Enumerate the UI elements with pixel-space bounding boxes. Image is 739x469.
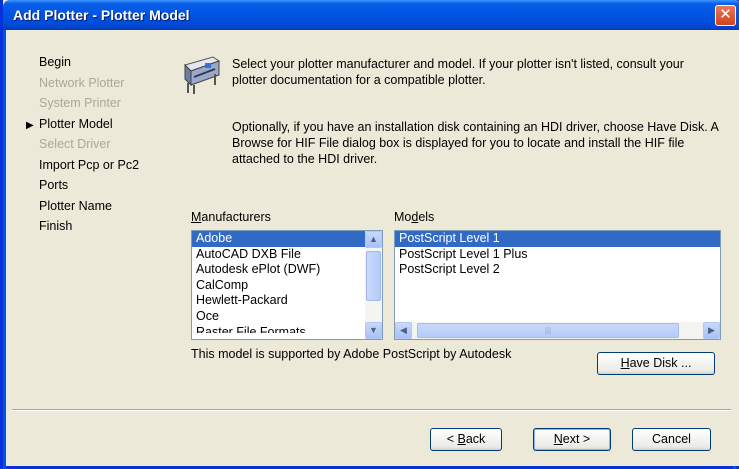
step-ports: Ports	[39, 178, 69, 192]
model-item[interactable]: PostScript Level 1 Plus	[395, 247, 720, 263]
step-finish: Finish	[39, 219, 73, 233]
window-title: Add Plotter - Plotter Model	[13, 7, 190, 23]
scroll-left-icon[interactable]: ◀	[395, 322, 412, 339]
scroll-down-icon[interactable]: ▼	[365, 322, 382, 339]
scroll-up-icon[interactable]: ▲	[365, 231, 382, 248]
plotter-icon	[184, 56, 221, 94]
title-bar[interactable]: Add Plotter - Plotter Model ✕	[3, 0, 739, 30]
have-disk-button[interactable]: Have Disk ...	[597, 352, 715, 375]
manufacturer-item[interactable]: Adobe	[192, 231, 382, 247]
step-plotter-model-label: Plotter Model	[39, 116, 113, 131]
step-import-pcp: Import Pcp or Pc2	[39, 157, 140, 172]
back-button[interactable]: < Back	[430, 428, 502, 451]
step-plotter-name: Plotter Name	[39, 198, 112, 213]
next-button[interactable]: Next >	[533, 428, 611, 451]
add-plotter-dialog: Add Plotter - Plotter Model ✕ Begin Netw…	[0, 0, 739, 469]
separator	[12, 409, 731, 411]
wizard-steps: Begin Network Plotter System Printer ▶ Pl…	[26, 52, 140, 237]
manufacturers-label: Manufacturers	[191, 210, 271, 224]
manufacturers-scrollbar[interactable]: ▲ ▼	[365, 231, 382, 339]
step-select-driver: Select Driver	[39, 137, 111, 151]
support-text: This model is supported by Adobe PostScr…	[191, 347, 512, 361]
models-horizontal-scrollbar[interactable]: ◀ ||| ▶	[395, 322, 720, 339]
manufacturer-item[interactable]: CalComp	[192, 278, 382, 294]
have-disk-description: Optionally, if you have an installation …	[232, 120, 719, 166]
manufacturers-listbox[interactable]: Adobe AutoCAD DXB File Autodesk ePlot (D…	[191, 230, 383, 340]
step-system-printer: System Printer	[39, 96, 121, 110]
models-listbox[interactable]: PostScript Level 1 PostScript Level 1 Pl…	[394, 230, 721, 340]
model-item[interactable]: PostScript Level 1	[395, 231, 720, 247]
models-scroll-thumb[interactable]: |||	[417, 323, 679, 338]
cancel-button[interactable]: Cancel	[632, 428, 711, 451]
plotter-description: Select your plotter manufacturer and mod…	[232, 57, 684, 87]
manufacturer-item[interactable]: AutoCAD DXB File	[192, 247, 382, 263]
manufacturers-scroll-thumb[interactable]	[366, 251, 381, 301]
scroll-right-icon[interactable]: ▶	[703, 322, 720, 339]
models-label: Models	[394, 210, 435, 224]
close-button[interactable]: ✕	[715, 5, 736, 26]
manufacturer-item[interactable]: Autodesk ePlot (DWF)	[192, 262, 382, 278]
step-network-plotter: Network Plotter	[39, 75, 125, 90]
current-step-arrow-icon: ▶	[26, 119, 34, 131]
step-plotter-model: ▶ Plotter Model	[26, 114, 139, 135]
manufacturer-item[interactable]: Raster File Formats	[192, 325, 382, 333]
step-begin: Begin	[39, 55, 71, 69]
manufacturer-item[interactable]: Oce	[192, 309, 382, 325]
manufacturer-item[interactable]: Hewlett-Packard	[192, 293, 382, 309]
model-item[interactable]: PostScript Level 2	[395, 262, 720, 278]
